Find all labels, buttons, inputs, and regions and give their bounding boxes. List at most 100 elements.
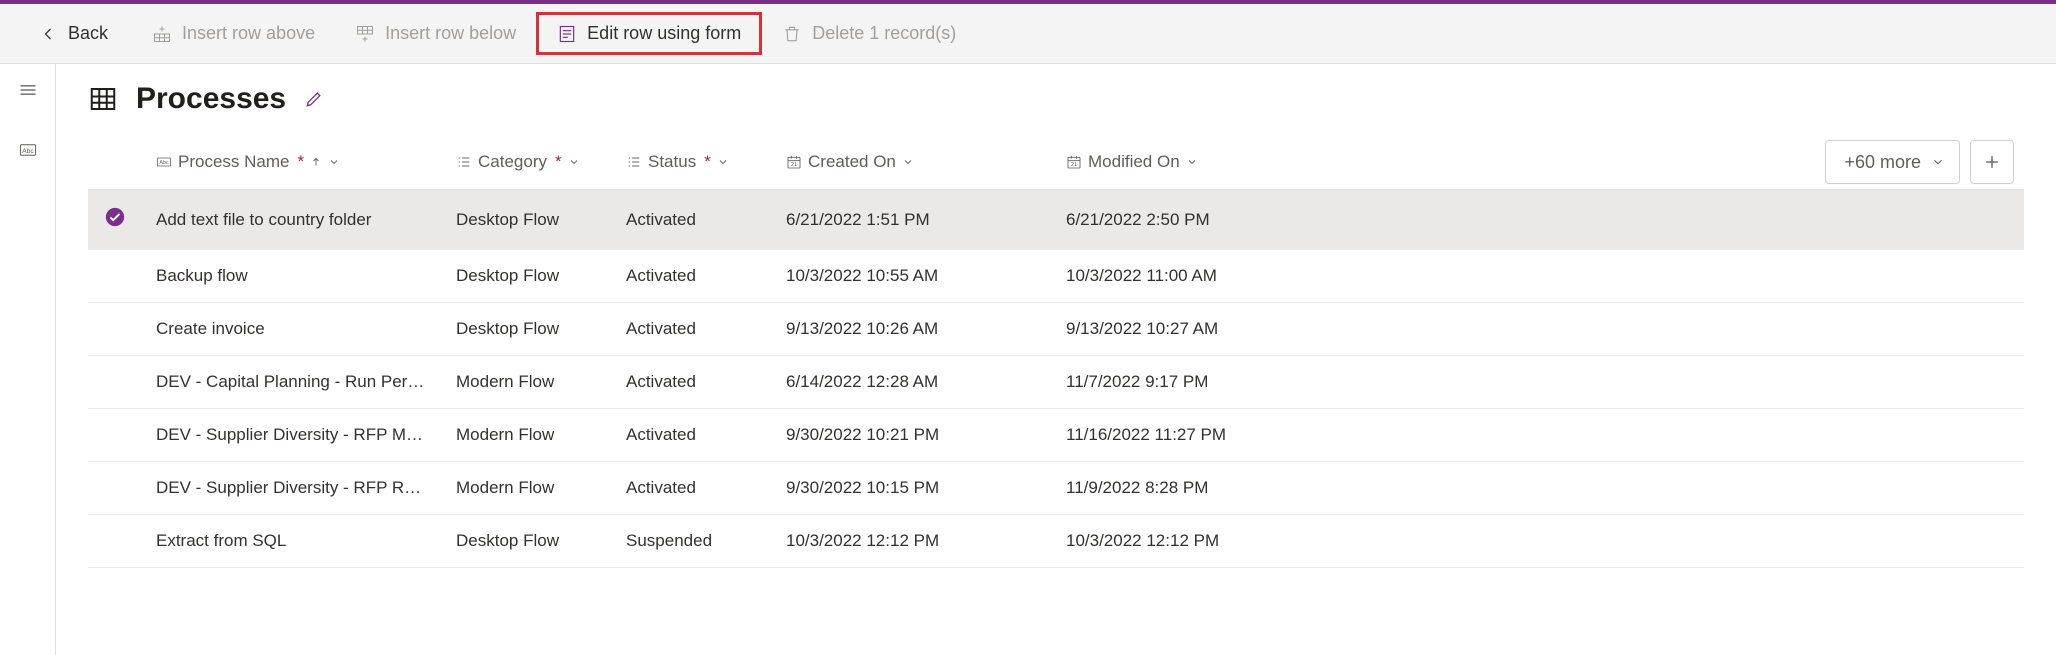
abc-field-icon: Abc bbox=[18, 141, 38, 159]
cell-process-name[interactable]: DEV - Capital Planning - Run Period bbox=[142, 356, 442, 409]
cell-modified-on[interactable]: 11/7/2022 9:17 PM bbox=[1052, 356, 1332, 409]
row-select-cell[interactable] bbox=[88, 190, 142, 250]
cell-process-name[interactable]: DEV - Supplier Diversity - RFP Res... bbox=[142, 462, 442, 515]
select-all-header[interactable] bbox=[88, 138, 142, 190]
chevron-down-icon bbox=[717, 156, 729, 168]
delete-records-button[interactable]: Delete 1 record(s) bbox=[762, 13, 976, 54]
cell-category[interactable]: Desktop Flow bbox=[442, 250, 612, 303]
rail-abc-button[interactable]: Abc bbox=[8, 134, 48, 166]
cell-status[interactable]: Activated bbox=[612, 356, 772, 409]
cell-process-name[interactable]: Backup flow bbox=[142, 250, 442, 303]
chevron-down-icon bbox=[902, 156, 914, 168]
cell-modified-on[interactable]: 10/3/2022 11:00 AM bbox=[1052, 250, 1332, 303]
edit-form-label: Edit row using form bbox=[587, 23, 741, 44]
cell-process-name[interactable]: Extract from SQL bbox=[142, 515, 442, 568]
cell-created-on[interactable]: 9/30/2022 10:15 PM bbox=[772, 462, 1052, 515]
cell-category[interactable]: Desktop Flow bbox=[442, 303, 612, 356]
cell-modified-on[interactable]: 10/3/2022 12:12 PM bbox=[1052, 515, 1332, 568]
cell-status[interactable]: Activated bbox=[612, 303, 772, 356]
rail-hamburger-button[interactable] bbox=[8, 74, 48, 106]
column-label: Process Name bbox=[178, 152, 289, 172]
cell-created-on[interactable]: 10/3/2022 10:55 AM bbox=[772, 250, 1052, 303]
row-filler bbox=[1332, 356, 2024, 409]
cell-process-name[interactable]: Create invoice bbox=[142, 303, 442, 356]
chevron-down-icon bbox=[568, 156, 580, 168]
edit-row-using-form-button[interactable]: Edit row using form bbox=[536, 12, 762, 55]
insert-row-below-button[interactable]: Insert row below bbox=[335, 13, 536, 54]
add-column-button[interactable] bbox=[1970, 140, 2014, 184]
column-header-status[interactable]: Status* bbox=[626, 152, 729, 172]
column-label: Status bbox=[648, 152, 696, 172]
cell-created-on[interactable]: 9/30/2022 10:21 PM bbox=[772, 409, 1052, 462]
text-field-icon: Abc bbox=[156, 154, 172, 170]
column-label: Category bbox=[478, 152, 547, 172]
insert-row-below-icon bbox=[355, 24, 375, 44]
table-row[interactable]: Backup flowDesktop FlowActivated10/3/202… bbox=[88, 250, 2024, 303]
table-row[interactable]: DEV - Capital Planning - Run PeriodModer… bbox=[88, 356, 2024, 409]
insert-above-label: Insert row above bbox=[182, 23, 315, 44]
column-header-modified-on[interactable]: 21 Modified On bbox=[1066, 152, 1198, 172]
cell-category[interactable]: Modern Flow bbox=[442, 356, 612, 409]
column-label: Created On bbox=[808, 152, 896, 172]
cell-modified-on[interactable]: 11/9/2022 8:28 PM bbox=[1052, 462, 1332, 515]
insert-row-above-icon bbox=[152, 24, 172, 44]
cell-created-on[interactable]: 6/21/2022 1:51 PM bbox=[772, 190, 1052, 250]
column-header-category[interactable]: Category* bbox=[456, 152, 580, 172]
cell-status[interactable]: Activated bbox=[612, 190, 772, 250]
row-filler bbox=[1332, 409, 2024, 462]
row-filler bbox=[1332, 250, 2024, 303]
row-select-cell[interactable] bbox=[88, 356, 142, 409]
cell-status[interactable]: Activated bbox=[612, 409, 772, 462]
column-header-process-name[interactable]: Abc Process Name * bbox=[156, 152, 340, 172]
cell-created-on[interactable]: 9/13/2022 10:26 AM bbox=[772, 303, 1052, 356]
table-row[interactable]: DEV - Supplier Diversity - RFP Ma...Mode… bbox=[88, 409, 2024, 462]
svg-text:Abc: Abc bbox=[22, 148, 34, 155]
chevron-down-icon bbox=[1931, 155, 1945, 169]
more-columns-button[interactable]: +60 more bbox=[1825, 140, 1960, 184]
calendar-icon: 21 bbox=[786, 154, 802, 170]
data-grid: Abc Process Name * Category* bbox=[88, 138, 2024, 568]
edit-title-icon[interactable] bbox=[304, 89, 324, 109]
checkmark-circle-icon bbox=[104, 206, 126, 228]
plus-icon bbox=[1982, 152, 2002, 172]
row-select-cell[interactable] bbox=[88, 462, 142, 515]
cell-status[interactable]: Activated bbox=[612, 250, 772, 303]
cell-process-name[interactable]: DEV - Supplier Diversity - RFP Ma... bbox=[142, 409, 442, 462]
column-header-created-on[interactable]: 21 Created On bbox=[786, 152, 914, 172]
table-icon bbox=[88, 84, 118, 114]
cell-category[interactable]: Desktop Flow bbox=[442, 190, 612, 250]
svg-text:Abc: Abc bbox=[159, 160, 169, 166]
cell-modified-on[interactable]: 9/13/2022 10:27 AM bbox=[1052, 303, 1332, 356]
table-row[interactable]: Create invoiceDesktop FlowActivated9/13/… bbox=[88, 303, 2024, 356]
row-select-cell[interactable] bbox=[88, 409, 142, 462]
required-indicator: * bbox=[297, 152, 304, 172]
cell-category[interactable]: Modern Flow bbox=[442, 409, 612, 462]
cell-process-name[interactable]: Add text file to country folder bbox=[142, 190, 442, 250]
calendar-icon: 21 bbox=[1066, 154, 1082, 170]
cell-created-on[interactable]: 6/14/2022 12:28 AM bbox=[772, 356, 1052, 409]
delete-label: Delete 1 record(s) bbox=[812, 23, 956, 44]
grid-wrapper: +60 more Abc Process Name * bbox=[88, 138, 2024, 568]
chevron-down-icon bbox=[1186, 156, 1198, 168]
cell-created-on[interactable]: 10/3/2022 12:12 PM bbox=[772, 515, 1052, 568]
row-select-cell[interactable] bbox=[88, 250, 142, 303]
cell-category[interactable]: Modern Flow bbox=[442, 462, 612, 515]
cell-modified-on[interactable]: 11/16/2022 11:27 PM bbox=[1052, 409, 1332, 462]
cell-status[interactable]: Activated bbox=[612, 462, 772, 515]
table-row[interactable]: Add text file to country folderDesktop F… bbox=[88, 190, 2024, 250]
row-filler bbox=[1332, 303, 2024, 356]
back-button[interactable]: Back bbox=[18, 13, 128, 54]
cell-modified-on[interactable]: 6/21/2022 2:50 PM bbox=[1052, 190, 1332, 250]
cell-status[interactable]: Suspended bbox=[612, 515, 772, 568]
row-select-cell[interactable] bbox=[88, 303, 142, 356]
insert-row-above-button[interactable]: Insert row above bbox=[132, 13, 335, 54]
insert-below-label: Insert row below bbox=[385, 23, 516, 44]
table-row[interactable]: DEV - Supplier Diversity - RFP Res...Mod… bbox=[88, 462, 2024, 515]
more-columns-label: +60 more bbox=[1844, 152, 1921, 173]
row-select-cell[interactable] bbox=[88, 515, 142, 568]
grid-actions: +60 more bbox=[1825, 140, 2014, 184]
page-title-row: Processes bbox=[88, 82, 2024, 116]
cell-category[interactable]: Desktop Flow bbox=[442, 515, 612, 568]
table-row[interactable]: Extract from SQLDesktop FlowSuspended10/… bbox=[88, 515, 2024, 568]
form-icon bbox=[557, 24, 577, 44]
